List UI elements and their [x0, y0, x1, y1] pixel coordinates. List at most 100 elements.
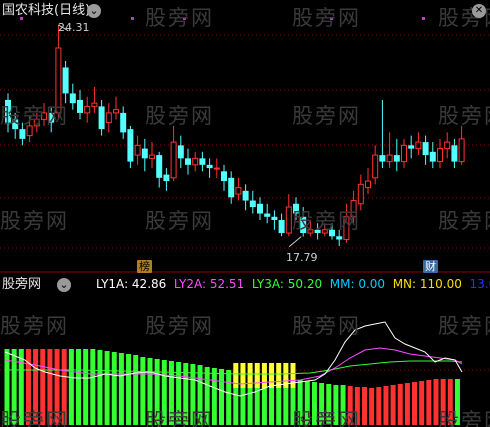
- candle-body: [177, 145, 184, 159]
- candle-body: [285, 206, 292, 234]
- watermark: 股旁网: [145, 6, 214, 30]
- yellow-signal-bar: [254, 363, 260, 388]
- candle-body: [437, 148, 443, 163]
- legend-mn: MN: 110.00: [392, 277, 462, 291]
- indicator-legend: LY1A: 42.86 LY2A: 52.51 LY3A: 50.20 MM: …: [96, 277, 490, 292]
- candle-body: [429, 151, 436, 162]
- candle-body: [156, 155, 163, 178]
- watermark: 股旁网: [438, 209, 490, 233]
- low-pointer: [288, 236, 302, 247]
- candle-body: [386, 154, 393, 163]
- candle-body: [393, 155, 400, 162]
- candle-body: [264, 213, 271, 217]
- signal-dot: [131, 17, 134, 20]
- finance-tag[interactable]: 财: [423, 260, 438, 273]
- yellow-signal-bar: [269, 363, 275, 388]
- indicator-bar: [111, 352, 117, 425]
- indicator-bar: [369, 388, 375, 425]
- indicator-bar: [226, 370, 232, 425]
- chart-window: { "top_panel": { "title": "国农科技(日线)", "h…: [0, 0, 490, 427]
- indicator-title: 股旁网: [2, 277, 42, 292]
- watermark: 股旁网: [0, 409, 69, 427]
- indicator-bar: [383, 386, 389, 425]
- candle-body: [221, 171, 227, 182]
- indicator-bar: [133, 355, 139, 425]
- watermark: 股旁网: [0, 209, 69, 233]
- chevron-down-icon[interactable]: ⌄: [87, 4, 101, 18]
- watermark: 股旁网: [0, 104, 69, 128]
- indicator-bar: [68, 349, 74, 425]
- candle-body: [408, 145, 415, 149]
- candle-body: [91, 102, 98, 107]
- candle-body: [69, 93, 76, 104]
- low-price-label: 17.79: [286, 251, 318, 264]
- legend-ly2a: LY2A: 52.51: [173, 277, 245, 291]
- indicator-bar: [118, 353, 124, 425]
- candle-body: [213, 167, 220, 170]
- candle-body: [113, 109, 119, 114]
- legend-ly1a: LY1A: 42.86: [96, 277, 167, 291]
- close-icon[interactable]: ✕: [472, 4, 486, 18]
- candle-body: [105, 112, 112, 124]
- legend-extra: 13.00: [469, 277, 490, 291]
- watermark: 股旁网: [145, 314, 214, 338]
- watermark: 股旁网: [438, 409, 490, 427]
- watermark: 股旁网: [292, 314, 361, 338]
- candle-body: [141, 148, 148, 159]
- candle-body: [228, 177, 235, 198]
- candle-body: [451, 145, 458, 162]
- high-price-label: 24.31: [58, 21, 90, 34]
- indicator-bar: [419, 381, 425, 425]
- candle-body: [199, 158, 206, 165]
- indicator-bar: [90, 349, 96, 425]
- candle-body: [401, 144, 407, 163]
- indicator-bar: [83, 349, 89, 425]
- candle-body: [98, 106, 105, 130]
- candle-body: [185, 158, 191, 165]
- candle-body: [415, 141, 422, 150]
- watermark: 股旁网: [145, 209, 214, 233]
- candle-body: [62, 67, 69, 94]
- watermark: 股旁网: [145, 104, 214, 128]
- candle-body: [249, 200, 256, 208]
- candle-body: [271, 216, 278, 221]
- candlesticks: [5, 17, 465, 247]
- candle-body: [365, 180, 371, 189]
- legend-ly3a: LY3A: 50.20: [251, 277, 323, 291]
- ranking-tag[interactable]: 榜: [137, 260, 152, 273]
- indicator-bar: [97, 350, 103, 425]
- candle-body: [127, 129, 134, 162]
- candle-body: [149, 154, 155, 159]
- candle-body: [206, 164, 213, 169]
- watermark: 股旁网: [292, 6, 361, 30]
- candle-body: [84, 105, 91, 114]
- watermark: 股旁网: [438, 314, 490, 338]
- candle-body: [458, 138, 465, 163]
- watermark: 股旁网: [292, 104, 361, 128]
- candle-body: [77, 99, 83, 113]
- chart-canvas: [0, 17, 490, 425]
- indicator-bar: [76, 349, 81, 425]
- candle-body: [134, 144, 141, 156]
- chevron-down-icon[interactable]: ⌄: [57, 278, 71, 292]
- indicator-bar: [376, 387, 382, 425]
- candle-body: [257, 203, 263, 214]
- watermark: 股旁网: [292, 409, 361, 427]
- watermark: 股旁网: [0, 314, 69, 338]
- candle-body: [120, 112, 127, 133]
- watermark: 股旁网: [438, 104, 490, 128]
- yellow-signal-bar: [290, 363, 296, 388]
- watermark: 股旁网: [292, 209, 361, 233]
- indicator-bar: [397, 384, 403, 425]
- candle-body: [444, 141, 451, 150]
- candle-body: [242, 190, 249, 201]
- watermark: 股旁网: [145, 409, 214, 427]
- candle-body: [170, 141, 177, 179]
- indicator-bar: [362, 387, 367, 425]
- candle-body: [163, 174, 170, 182]
- yellow-signal-bar: [247, 363, 253, 388]
- candle-body: [278, 220, 285, 234]
- indicator-bar: [219, 369, 224, 425]
- candle-body: [372, 154, 379, 179]
- stock-title: 国农科技(日线): [2, 3, 91, 18]
